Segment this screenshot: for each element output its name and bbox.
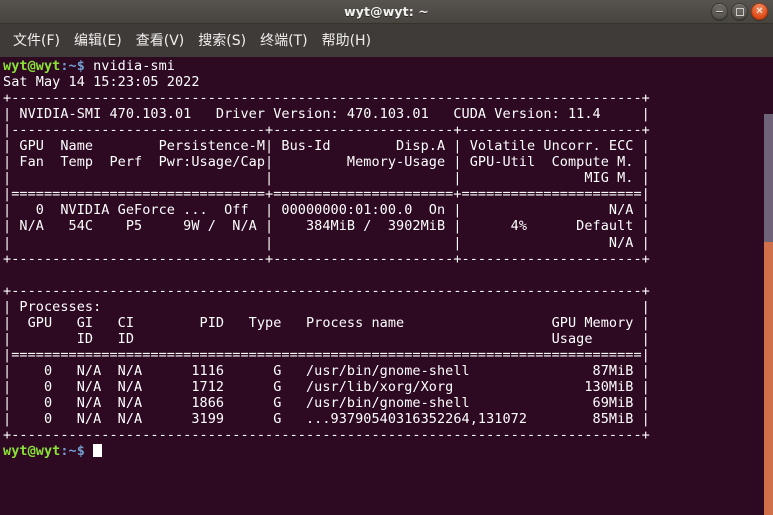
terminal-line: |-------------------------------+-------… bbox=[3, 122, 650, 139]
terminal-line: | NVIDIA-SMI 470.103.01 Driver Version: … bbox=[3, 106, 650, 123]
close-button[interactable]: ✕ bbox=[751, 3, 768, 20]
terminal-line: | N/A 54C P5 9W / N/A | 384MiB / 3902MiB… bbox=[3, 218, 650, 235]
menu-bar: 文件(F) 编辑(E) 查看(V) 搜索(S) 终端(T) 帮助(H) bbox=[0, 24, 773, 57]
menu-item-terminal[interactable]: 终端(T) bbox=[253, 27, 314, 54]
terminal-line: | 0 NVIDIA GeForce ... Off | 00000000:01… bbox=[3, 202, 650, 219]
terminal-line: |===============================+=======… bbox=[3, 186, 650, 203]
text-cursor bbox=[93, 444, 103, 458]
prompt-command: nvidia-smi bbox=[84, 58, 175, 74]
terminal-prompt-line: wyt@wyt:~$ nvidia-smi bbox=[3, 58, 650, 74]
terminal-line: Sat May 14 15:23:05 2022 bbox=[3, 74, 200, 91]
terminal-line: | GPU Name Persistence-M| Bus-Id Disp.A … bbox=[3, 138, 650, 155]
prompt-path: :~$ bbox=[60, 58, 85, 74]
terminal-line: | Fan Temp Perf Pwr:Usage/Cap| Memory-Us… bbox=[3, 154, 650, 171]
maximize-icon bbox=[732, 4, 747, 19]
terminal-line: +---------------------------------------… bbox=[3, 282, 650, 299]
terminal-prompt-line: wyt@wyt:~$ bbox=[3, 443, 650, 459]
window-controls: ✕ bbox=[711, 3, 768, 20]
prompt-path: :~$ bbox=[60, 443, 85, 460]
terminal-line: +---------------------------------------… bbox=[3, 427, 650, 444]
close-icon: ✕ bbox=[755, 5, 764, 17]
terminal-line: | GPU GI CI PID Type Process name GPU Me… bbox=[3, 314, 650, 331]
minimize-icon bbox=[712, 4, 727, 19]
scrollbar-thumb[interactable] bbox=[764, 242, 773, 515]
menu-item-help[interactable]: 帮助(H) bbox=[315, 27, 378, 54]
prompt-user-host: wyt@wyt bbox=[3, 58, 61, 74]
terminal-line: | | | N/A | bbox=[3, 234, 650, 251]
terminal-line: | 0 N/A N/A 1116 G /usr/bin/gnome-shell … bbox=[3, 362, 650, 379]
window-title: wyt@wyt: ~ bbox=[344, 4, 429, 19]
menu-item-file[interactable]: 文件(F) bbox=[6, 27, 67, 54]
terminal-line: | | | MIG M. | bbox=[3, 170, 650, 187]
menu-item-view[interactable]: 查看(V) bbox=[129, 27, 192, 54]
terminal-line: | 0 N/A N/A 3199 G ...93790540316352264,… bbox=[3, 411, 650, 428]
menu-item-search[interactable]: 搜索(S) bbox=[191, 27, 253, 54]
prompt-user-host: wyt@wyt bbox=[3, 443, 61, 460]
terminal-line: |=======================================… bbox=[3, 346, 650, 363]
terminal-line: | ID ID Usage | bbox=[3, 330, 650, 347]
terminal-line: | 0 N/A N/A 1712 G /usr/lib/xorg/Xorg 13… bbox=[3, 378, 650, 395]
terminal-scrollbar[interactable] bbox=[760, 114, 773, 515]
minimize-button[interactable] bbox=[711, 3, 728, 20]
terminal-window: wyt@wyt: ~ ✕ 文件(F) 编辑(E) 查看(V) 搜索(S) 终端(… bbox=[0, 0, 773, 515]
window-titlebar: wyt@wyt: ~ ✕ bbox=[0, 0, 773, 24]
scrollbar-track[interactable] bbox=[764, 114, 773, 242]
menu-item-edit[interactable]: 编辑(E) bbox=[67, 27, 129, 54]
terminal-line: | 0 N/A N/A 1866 G /usr/bin/gnome-shell … bbox=[3, 394, 650, 411]
maximize-button[interactable] bbox=[731, 3, 748, 20]
terminal-line: +---------------------------------------… bbox=[3, 90, 650, 107]
terminal-line: +-------------------------------+-------… bbox=[3, 250, 650, 267]
terminal-output-area[interactable]: wyt@wyt:~$ nvidia-smi Sat May 14 15:23:05… bbox=[0, 57, 773, 515]
terminal-text: wyt@wyt:~$ nvidia-smi Sat May 14 15:23:05… bbox=[3, 58, 650, 459]
terminal-line: | Processes: | bbox=[3, 298, 650, 315]
